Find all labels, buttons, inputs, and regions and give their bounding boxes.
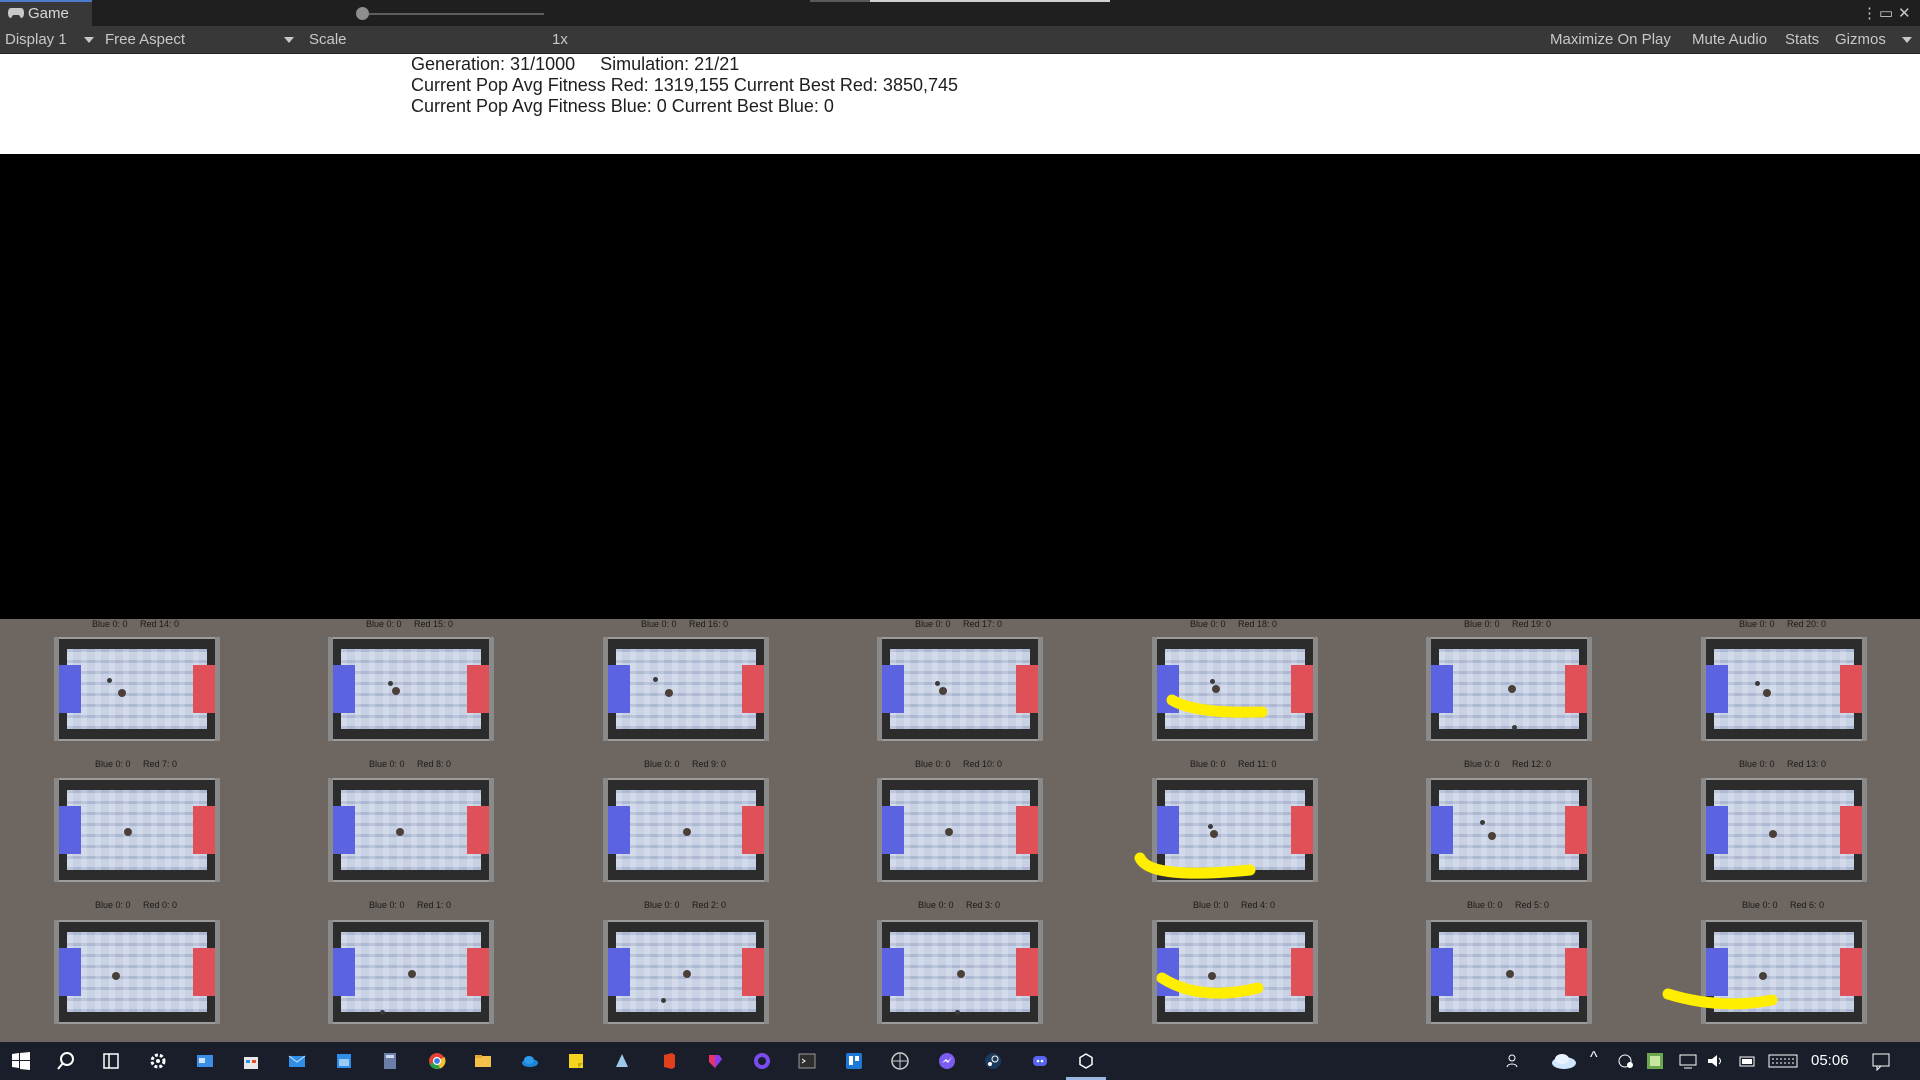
people-icon[interactable]	[1504, 1051, 1524, 1071]
taskbar-clock[interactable]: 05:06	[1811, 1052, 1849, 1069]
calendar-icon[interactable]	[334, 1051, 354, 1071]
annotation-layer	[1134, 694, 1778, 1010]
task-view-icon[interactable]	[101, 1051, 121, 1071]
yellow-annotation-stroke	[1166, 694, 1268, 718]
windows-start-icon[interactable]	[11, 1051, 31, 1071]
mail-icon[interactable]	[287, 1051, 307, 1071]
app-icon-2[interactable]	[705, 1051, 725, 1071]
office-icon[interactable]	[659, 1051, 679, 1071]
file-explorer-icon[interactable]	[473, 1051, 493, 1071]
calculator-icon[interactable]	[380, 1051, 400, 1071]
network-icon[interactable]	[1616, 1051, 1636, 1071]
chrome-icon[interactable]	[427, 1051, 447, 1071]
news-icon[interactable]	[195, 1051, 215, 1071]
display-icon[interactable]	[1678, 1051, 1698, 1071]
onedrive-icon[interactable]	[520, 1051, 540, 1071]
discord-icon[interactable]	[1030, 1051, 1050, 1071]
cloud-icon[interactable]	[1550, 1051, 1578, 1071]
terminal-icon[interactable]	[797, 1051, 817, 1071]
yellow-annotation-stroke	[1134, 852, 1256, 879]
trello-icon[interactable]	[844, 1051, 864, 1071]
store-icon[interactable]	[241, 1051, 261, 1071]
keyboard-icon[interactable]	[1768, 1051, 1798, 1071]
github-icon[interactable]	[752, 1051, 772, 1071]
battery-icon[interactable]	[1738, 1051, 1758, 1071]
settings-icon[interactable]	[148, 1051, 168, 1071]
search-icon[interactable]	[56, 1051, 76, 1071]
chevron-up-icon[interactable]: ^	[1590, 1049, 1598, 1067]
messenger-icon[interactable]	[937, 1051, 957, 1071]
yellow-annotation-stroke	[1662, 988, 1778, 1010]
volume-icon[interactable]	[1705, 1051, 1725, 1071]
unity-icon[interactable]	[1076, 1051, 1096, 1071]
app-tray-icon[interactable]	[1645, 1051, 1665, 1071]
steam-icon[interactable]	[983, 1051, 1003, 1071]
app-icon[interactable]	[612, 1051, 632, 1071]
yellow-annotation-stroke	[1156, 972, 1264, 999]
unity-hub-icon[interactable]	[890, 1051, 910, 1071]
notification-icon[interactable]	[1871, 1051, 1891, 1071]
sticky-notes-icon[interactable]	[566, 1051, 586, 1071]
